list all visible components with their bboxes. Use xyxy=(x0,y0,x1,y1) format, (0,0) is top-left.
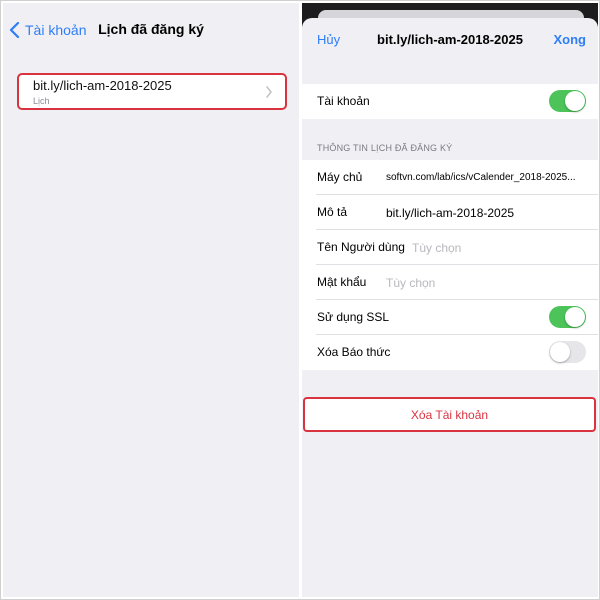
description-row[interactable]: Mô tả bit.ly/lich-am-2018-2025 xyxy=(302,195,598,230)
section-header: THÔNG TIN LỊCH ĐÃ ĐĂNG KÝ xyxy=(317,143,453,153)
account-group: Tài khoản xyxy=(302,84,598,119)
username-field[interactable]: Tùy chọn xyxy=(412,241,461,255)
subscribed-calendars-screen: Tài khoản Lịch đã đăng ký bit.ly/lich-am… xyxy=(3,3,299,597)
delete-account-button[interactable]: Xóa Tài khoản xyxy=(303,397,596,432)
remove-alarms-label: Xóa Báo thức xyxy=(317,345,391,359)
account-row: Tài khoản xyxy=(302,84,598,119)
calendar-name: bit.ly/lich-am-2018-2025 xyxy=(33,78,172,93)
server-row[interactable]: Máy chủ softvn.com/lab/ics/vCalender_201… xyxy=(302,160,598,195)
remove-alarms-row: Xóa Báo thức xyxy=(302,335,598,370)
server-label: Máy chủ xyxy=(317,170,363,184)
password-row[interactable]: Mật khẩu Tùy chọn xyxy=(302,265,598,300)
calendar-subtitle: Lịch xyxy=(33,96,50,106)
ssl-toggle[interactable] xyxy=(549,306,586,328)
description-label: Mô tả xyxy=(317,205,348,219)
toggle-knob xyxy=(550,342,570,362)
toggle-knob xyxy=(565,91,585,111)
ssl-row: Sử dụng SSL xyxy=(302,300,598,335)
remove-alarms-toggle[interactable] xyxy=(549,341,586,363)
nav-bar: Tài khoản Lịch đã đăng ký xyxy=(3,3,299,53)
calendar-settings-sheet: Hủy bit.ly/lich-am-2018-2025 Xong Tài kh… xyxy=(302,18,598,597)
password-label: Mật khẩu xyxy=(317,275,367,289)
done-button[interactable]: Xong xyxy=(554,32,587,47)
chevron-right-icon xyxy=(266,86,272,98)
calendar-list-item[interactable]: bit.ly/lich-am-2018-2025 Lịch xyxy=(17,73,287,110)
page-title: Lịch đã đăng ký xyxy=(98,21,204,37)
password-field[interactable]: Tùy chọn xyxy=(386,276,435,290)
account-label: Tài khoản xyxy=(317,94,370,108)
account-toggle[interactable] xyxy=(549,90,586,112)
subscription-info-group: Máy chủ softvn.com/lab/ics/vCalender_201… xyxy=(302,160,598,370)
sheet-nav-bar: Hủy bit.ly/lich-am-2018-2025 Xong xyxy=(302,18,598,62)
username-label: Tên Người dùng xyxy=(317,240,405,254)
ssl-label: Sử dụng SSL xyxy=(317,310,390,324)
toggle-knob xyxy=(565,307,585,327)
username-row[interactable]: Tên Người dùng Tùy chọn xyxy=(302,230,598,265)
server-value: softvn.com/lab/ics/vCalender_2018-2025..… xyxy=(386,172,576,183)
description-value: bit.ly/lich-am-2018-2025 xyxy=(386,206,515,220)
delete-account-label: Xóa Tài khoản xyxy=(410,408,489,422)
